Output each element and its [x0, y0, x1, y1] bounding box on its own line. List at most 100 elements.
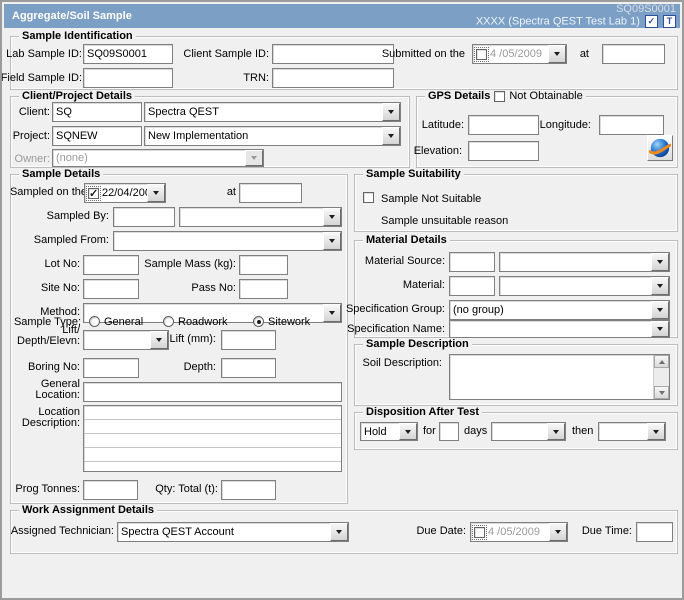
- dropdown-icon[interactable]: [647, 423, 665, 440]
- dropdown-icon[interactable]: [651, 301, 669, 319]
- sample-type-radio-sitework[interactable]: [253, 316, 264, 327]
- client-sample-id-input[interactable]: [272, 44, 394, 64]
- dropdown-icon[interactable]: [382, 127, 400, 145]
- soil-description-input[interactable]: [449, 354, 670, 400]
- material-source-code-input[interactable]: [449, 252, 495, 272]
- field-sample-id-input[interactable]: [83, 68, 173, 88]
- submitted-date-checkbox[interactable]: [476, 49, 487, 60]
- check-icon[interactable]: ✓: [645, 15, 658, 28]
- disposition-days-input[interactable]: [439, 422, 459, 441]
- site-no-input[interactable]: [83, 279, 139, 299]
- due-date-picker[interactable]: 4 /05/2009: [470, 522, 568, 542]
- material-combo[interactable]: [499, 276, 670, 296]
- project-code-input[interactable]: [52, 126, 142, 146]
- dropdown-icon[interactable]: [651, 277, 669, 295]
- sample-details-section: Sample Details Sampled on the 22/04/2009…: [10, 174, 348, 504]
- sample-type-radio-roadwork[interactable]: [163, 316, 174, 327]
- material-code-input[interactable]: [449, 276, 495, 296]
- scrollbar[interactable]: [653, 355, 669, 399]
- due-time-input[interactable]: [636, 522, 673, 542]
- client-sample-id-label: Client Sample ID:: [183, 48, 269, 60]
- trn-input[interactable]: [272, 68, 394, 88]
- dropdown-icon[interactable]: [548, 45, 566, 63]
- submitted-date-picker[interactable]: 4 /05/2009: [472, 44, 567, 64]
- client-name-combo[interactable]: Spectra QEST: [144, 102, 401, 122]
- dropdown-icon[interactable]: [330, 523, 348, 541]
- client-code-input[interactable]: [52, 102, 142, 122]
- assigned-technician-combo[interactable]: Spectra QEST Account: [117, 522, 349, 542]
- lift-mm-input[interactable]: [221, 330, 276, 350]
- dropdown-icon[interactable]: [549, 523, 567, 541]
- general-location-input[interactable]: [83, 382, 342, 402]
- sampled-by-code-input[interactable]: [113, 207, 175, 227]
- due-date-label: Due Date:: [416, 525, 466, 537]
- specification-group-combo[interactable]: (no group): [449, 300, 670, 320]
- prog-tonnes-input[interactable]: [83, 480, 138, 500]
- sampled-from-combo[interactable]: [113, 231, 342, 251]
- pass-no-input[interactable]: [239, 279, 288, 299]
- disposition-action-combo[interactable]: Hold: [360, 422, 418, 441]
- material-source-combo[interactable]: [499, 252, 670, 272]
- project-name-combo[interactable]: New Implementation: [144, 126, 401, 146]
- lot-no-input[interactable]: [83, 255, 139, 275]
- submitted-date-value: 4 /05/2009: [487, 48, 548, 60]
- sample-type-general-label: General: [104, 316, 143, 328]
- dropdown-icon[interactable]: [147, 184, 165, 202]
- dropdown-icon[interactable]: [651, 253, 669, 271]
- section-title-work-assignment: Work Assignment Details: [19, 504, 157, 516]
- dropdown-icon[interactable]: [651, 321, 669, 337]
- due-date-value: 4 /05/2009: [485, 526, 549, 538]
- dropdown-icon[interactable]: [547, 423, 565, 440]
- gps-section: GPS Details Not Obtainable Latitude: Lon…: [416, 96, 678, 168]
- dropdown-icon[interactable]: [150, 331, 168, 349]
- globe-icon: [649, 137, 671, 159]
- disposition-for-label: for: [423, 425, 436, 437]
- sample-not-suitable-checkbox[interactable]: [363, 192, 374, 203]
- depth-input[interactable]: [221, 358, 276, 378]
- scroll-up-icon[interactable]: [654, 355, 669, 368]
- project-label: Project:: [13, 130, 50, 142]
- sampled-date-picker[interactable]: 22/04/2009: [84, 183, 166, 203]
- lab-sample-id-label: Lab Sample ID:: [6, 48, 82, 60]
- sampled-time-input[interactable]: [239, 183, 302, 203]
- lift-depth-elevn-label: Lift/ Depth/Elevn:: [17, 325, 80, 347]
- sample-type-radio-general[interactable]: [89, 316, 100, 327]
- submitted-time-input[interactable]: [602, 44, 665, 64]
- owner-combo: (none): [52, 149, 264, 167]
- due-date-checkbox[interactable]: [474, 527, 485, 538]
- boring-no-input[interactable]: [83, 358, 139, 378]
- latitude-input[interactable]: [468, 115, 539, 135]
- dropdown-icon[interactable]: [323, 232, 341, 250]
- longitude-input[interactable]: [599, 115, 664, 135]
- depth-label: Depth:: [184, 361, 216, 373]
- elevation-label: Elevation:: [414, 145, 462, 157]
- assigned-technician-label: Assigned Technician:: [11, 525, 114, 537]
- dropdown-icon[interactable]: [323, 208, 341, 226]
- longitude-label: Longitude:: [540, 119, 591, 131]
- dropdown-icon[interactable]: [399, 423, 417, 440]
- gps-not-obtainable-checkbox[interactable]: [494, 91, 505, 102]
- sampled-date-checkbox[interactable]: [88, 188, 99, 199]
- lift-depth-elevn-combo[interactable]: [83, 330, 169, 350]
- disposition-then-combo[interactable]: [598, 422, 666, 441]
- location-description-input[interactable]: [83, 405, 342, 472]
- text-icon[interactable]: T: [663, 15, 676, 28]
- specification-name-combo[interactable]: [449, 320, 670, 338]
- qty-total-input[interactable]: [221, 480, 276, 500]
- sample-mass-input[interactable]: [239, 255, 288, 275]
- map-button[interactable]: [647, 135, 673, 161]
- section-title-sample-identification: Sample Identification: [19, 30, 136, 42]
- dropdown-icon: [245, 150, 263, 166]
- elevation-input[interactable]: [468, 141, 539, 161]
- disposition-then-label: then: [572, 425, 593, 437]
- lab-sample-id-input[interactable]: [83, 44, 173, 64]
- client-project-section: Client/Project Details Client: Spectra Q…: [10, 96, 410, 168]
- dropdown-icon[interactable]: [382, 103, 400, 121]
- work-assignment-section: Work Assignment Details Assigned Technic…: [10, 510, 678, 554]
- material-label: Material:: [403, 279, 445, 291]
- owner-value: (none): [53, 152, 245, 164]
- disposition-days-combo[interactable]: [491, 422, 566, 441]
- sampled-by-combo[interactable]: [179, 207, 342, 227]
- scroll-down-icon[interactable]: [654, 386, 669, 399]
- dropdown-icon[interactable]: [323, 304, 341, 322]
